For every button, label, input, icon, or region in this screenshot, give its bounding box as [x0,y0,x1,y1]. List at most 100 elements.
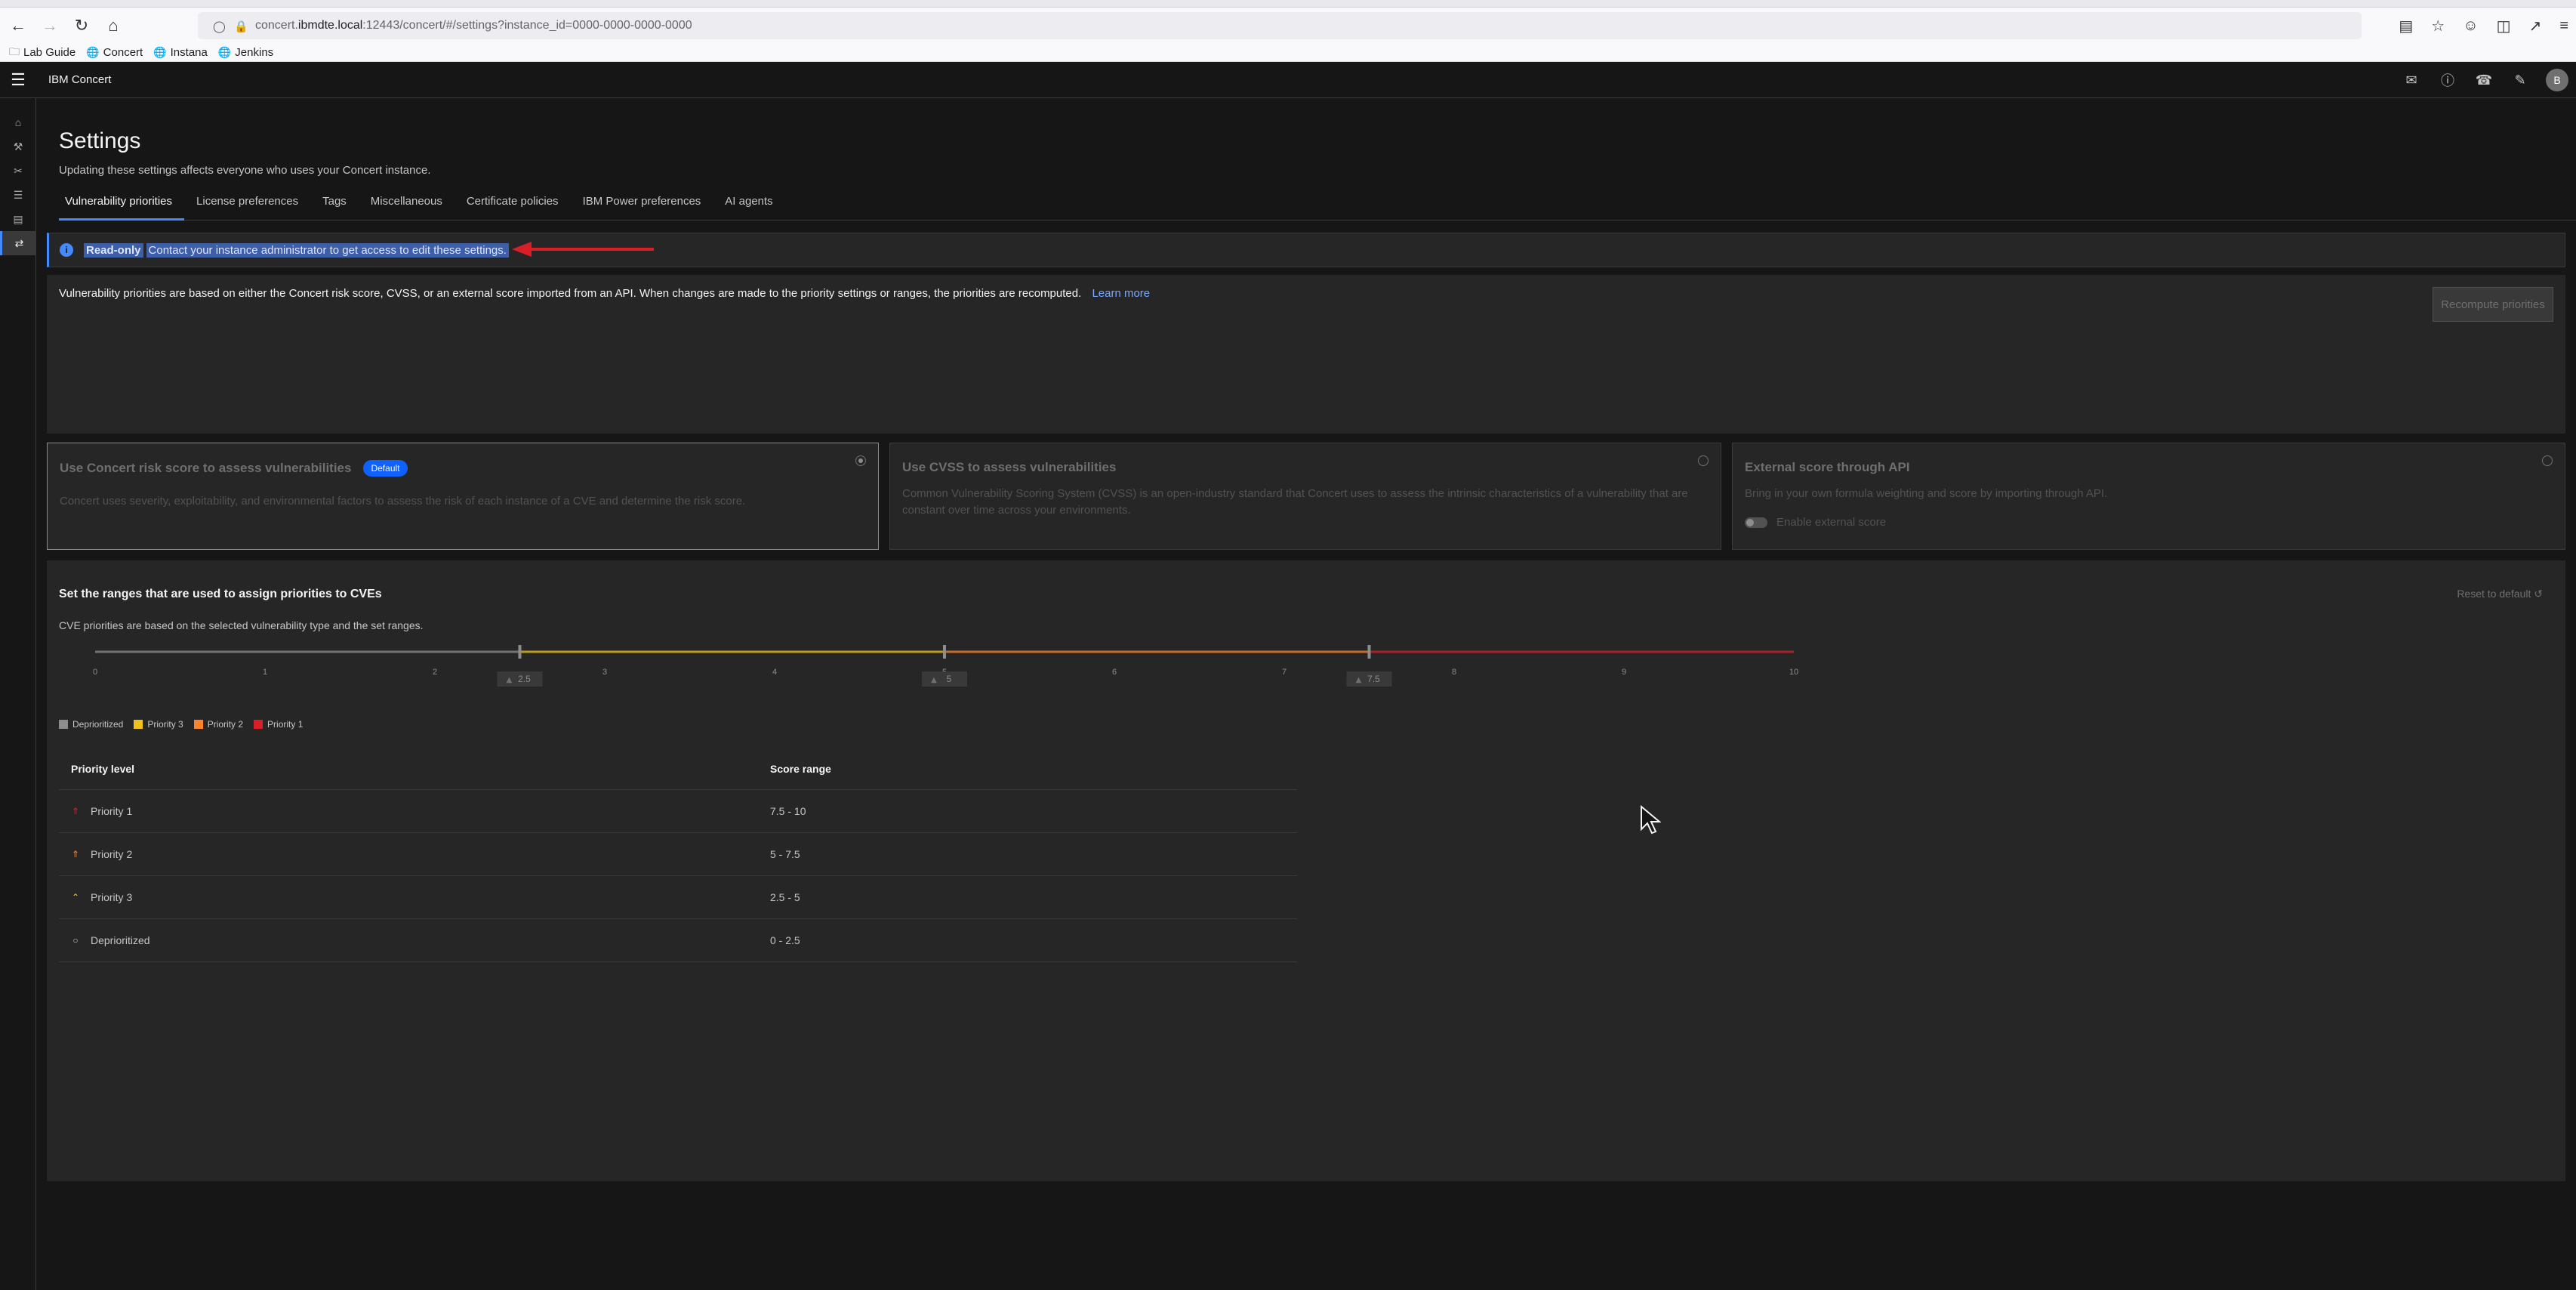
slider-handle[interactable] [1367,645,1371,659]
tick-label: 1 [263,668,267,677]
priority-1-icon: ⇑ [71,806,80,816]
legend-item-deprioritized: Deprioritized [59,719,123,730]
threshold-label: 7.5 [1367,674,1380,684]
priority-table: Priority level Score range ⇑ Priority 1 7… [59,748,1297,962]
tab-miscellaneous[interactable]: Miscellaneous [359,186,454,221]
lock-icon: 🔒 [234,20,248,33]
description-panel: Vulnerability priorities are based on ei… [47,275,2565,434]
settings-tabs: Vulnerability priorities License prefere… [59,186,2576,221]
reset-to-default-button[interactable]: Reset to default ↺ [2457,588,2543,600]
menu-icon[interactable]: ≡ [2559,17,2568,35]
tile-concert-risk-score[interactable]: Use Concert risk score to assess vulnera… [47,443,879,550]
tile-title: External score through API [1745,460,1910,474]
score-range: 7.5 - 10 [770,805,806,817]
home-icon[interactable]: ⌂ [100,12,127,39]
deprioritized-icon: ○ [72,935,79,946]
bookmark-lab-guide[interactable]: 🗀 Lab Guide [9,44,75,62]
share-icon[interactable]: ↗ [2529,17,2542,35]
extensions-icon[interactable]: ◫ [2497,17,2511,35]
score-range: 0 - 2.5 [770,934,800,946]
tab-ai-agents[interactable]: AI agents [713,186,784,221]
tile-text: Bring in your own formula weighting and … [1745,487,2108,500]
build-nav-icon[interactable]: ⚒ [0,134,36,159]
legend-label: Priority 3 [147,719,183,730]
threshold-icon: ▲ [931,676,937,684]
toggle-label: Enable external score [1776,516,1887,529]
description-text-row: Vulnerability priorities are based on ei… [59,287,1150,300]
tick-label: 0 [93,668,97,677]
address-bar[interactable]: ◯ 🔒 concert. ibmdte.local:12443/concert/#… [198,12,2362,39]
priority-range-slider[interactable]: 0123456789102.5▲5▲7.5▲ [65,636,1809,704]
tick-label: 7 [1282,668,1286,677]
globe-icon: 🌐 [217,46,232,58]
tab-certificate-policies[interactable]: Certificate policies [454,186,571,221]
tools-nav-icon[interactable]: ✂ [0,159,36,183]
default-badge: Default [363,460,408,477]
bookmark-star-icon[interactable]: ☆ [2431,17,2445,35]
radio-button[interactable] [2542,455,2553,466]
bookmark-instana[interactable]: 🌐 Instana [153,46,208,59]
layers-nav-icon[interactable]: ☰ [0,183,36,207]
notification-bell-icon[interactable]: ☎ [2466,62,2502,98]
app-name[interactable]: IBM Concert [48,73,111,86]
slider-handle[interactable] [518,645,522,659]
forward-icon[interactable]: → [36,12,63,39]
legend-swatch [254,720,263,729]
tick-label: 2 [433,668,437,677]
globe-icon: 🌐 [86,46,100,58]
external-score-toggle[interactable] [1745,517,1767,528]
column-header-priority-level: Priority level [71,762,135,775]
radio-button-selected[interactable] [855,455,866,466]
tab-ibm-power-preferences[interactable]: IBM Power preferences [571,186,713,221]
tab-vulnerability-priorities[interactable]: Vulnerability priorities [59,186,185,221]
tile-text: Concert uses severity, exploitability, a… [60,495,746,508]
app-header: ☰ IBM Concert ✉ ⓘ ☎ ✎ B [0,62,2576,98]
priority-3-icon: ⌃ [71,892,80,903]
bookmark-concert[interactable]: 🌐 Concert [86,46,143,59]
description-text: Vulnerability priorities are based on ei… [59,287,1082,300]
ranges-title: Set the ranges that are used to assign p… [59,588,382,600]
slider-handle[interactable] [943,645,946,659]
bookmark-label: Concert [103,46,143,59]
reader-mode-icon[interactable]: ▤ [2399,17,2413,35]
table-row: ⇑ Priority 2 5 - 7.5 [59,833,1297,876]
red-arrow-annotation [512,242,654,257]
hamburger-menu-icon[interactable]: ☰ [0,62,36,98]
tab-tags[interactable]: Tags [310,186,359,221]
globe-icon: 🌐 [153,46,167,58]
page-title: Settings [59,128,141,153]
help-icon[interactable]: ⓘ [2430,62,2466,98]
radio-button[interactable] [1698,455,1709,466]
priority-2-icon: ⇑ [71,849,80,859]
account-icon[interactable]: ☺ [2463,17,2478,35]
column-header-score-range: Score range [770,762,831,775]
legend-label: Priority 2 [207,719,244,730]
mouse-cursor-icon [1641,805,1661,835]
threshold-icon: ▲ [1356,676,1362,684]
bookmark-label: Lab Guide [23,46,76,59]
table-header: Priority level Score range [59,748,1297,790]
settings-nav-icon[interactable]: ⇄ [0,231,36,255]
bookmark-jenkins[interactable]: 🌐 Jenkins [218,46,273,59]
score-range: 2.5 - 5 [770,891,800,903]
url-host: ibmdte.local [297,19,363,32]
chat-icon[interactable]: ✉ [2393,62,2430,98]
notification-title: Read-only [84,242,143,258]
priority-level: Priority 2 [91,848,133,860]
reload-icon[interactable]: ↻ [68,12,95,39]
back-icon[interactable]: ← [5,12,32,39]
tile-cvss[interactable]: Use CVSS to assess vulnerabilities Commo… [889,443,1721,550]
threshold-icon: ▲ [507,676,513,684]
briefcase-nav-icon[interactable]: ▤ [0,207,36,231]
switcher-icon[interactable]: ✎ [2502,62,2538,98]
recompute-priorities-button[interactable]: Recompute priorities [2433,287,2553,322]
avatar[interactable]: B [2546,69,2568,91]
table-row: ⌃ Priority 3 2.5 - 5 [59,876,1297,919]
tab-license-preferences[interactable]: License preferences [184,186,310,221]
main-content: Settings Updating these settings affects… [36,98,2576,1290]
learn-more-link[interactable]: Learn more [1092,287,1150,300]
home-nav-icon[interactable]: ⌂ [0,110,36,134]
tile-external-score[interactable]: External score through API Bring in your… [1732,443,2565,550]
tile-text: Common Vulnerability Scoring System (CVS… [902,487,1688,517]
info-icon: i [60,243,73,257]
